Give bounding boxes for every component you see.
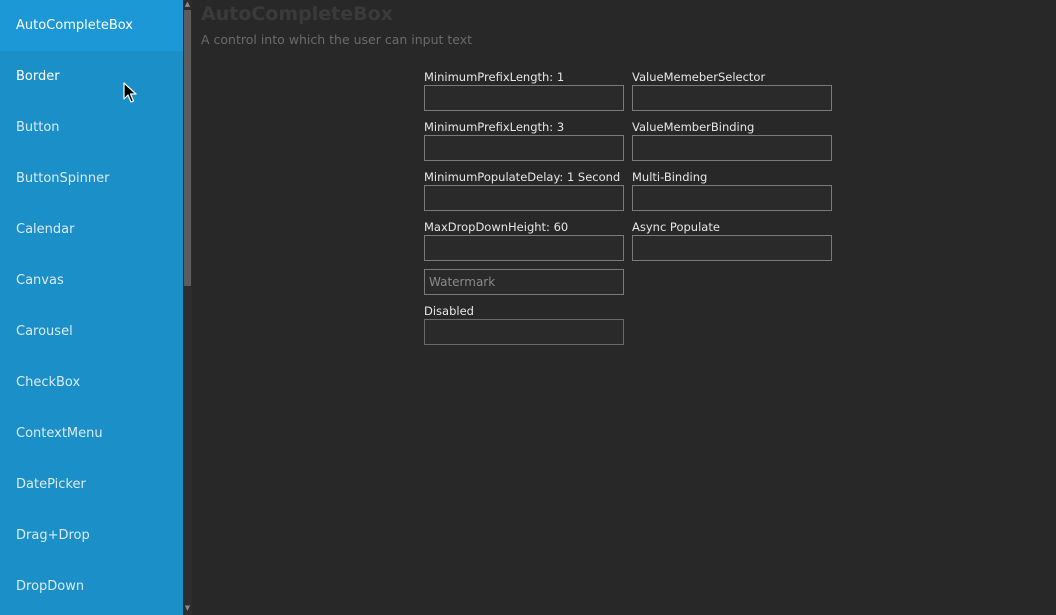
sidebar-item-datepicker[interactable]: DatePicker bbox=[0, 459, 183, 510]
watermark-input[interactable] bbox=[424, 269, 624, 295]
page-title: AutoCompleteBox bbox=[201, 3, 393, 25]
max-dropdown-height-label: MaxDropDownHeight: 60 bbox=[424, 220, 569, 234]
sidebar-item-canvas[interactable]: Canvas bbox=[0, 255, 183, 306]
async-populate-label: Async Populate bbox=[632, 220, 720, 234]
app-window: AutoCompleteBox Border Button ButtonSpin… bbox=[0, 0, 1056, 615]
sidebar-item-autocompletebox[interactable]: AutoCompleteBox bbox=[0, 0, 183, 51]
sidebar-nav: AutoCompleteBox Border Button ButtonSpin… bbox=[0, 0, 183, 615]
multi-binding-label: Multi-Binding bbox=[632, 170, 708, 184]
page-subtitle: A control into which the user can input … bbox=[201, 32, 473, 47]
sidebar-item-calendar[interactable]: Calendar bbox=[0, 204, 183, 255]
async-populate-input[interactable] bbox=[632, 235, 832, 261]
populate-delay-label: MinimumPopulateDelay: 1 Second bbox=[424, 170, 621, 184]
disabled-label: Disabled bbox=[424, 304, 474, 318]
mouse-pointer-icon bbox=[123, 82, 137, 103]
scroll-up-arrow-icon[interactable]: ▲ bbox=[183, 0, 192, 9]
value-member-selector-label: ValueMemeberSelector bbox=[632, 70, 766, 84]
prefix-length-3-label: MinimumPrefixLength: 3 bbox=[424, 120, 565, 134]
scrollbar-thumb[interactable] bbox=[184, 10, 191, 286]
sidebar-scrollbar[interactable]: ▲ ▼ bbox=[183, 0, 192, 615]
value-member-binding-input[interactable] bbox=[632, 135, 832, 161]
prefix-length-1-input[interactable] bbox=[424, 85, 624, 111]
disabled-input bbox=[424, 319, 624, 345]
sidebar-item-checkbox[interactable]: CheckBox bbox=[0, 357, 183, 408]
sidebar-item-dropdown[interactable]: DropDown bbox=[0, 561, 183, 612]
sidebar-item-contextmenu[interactable]: ContextMenu bbox=[0, 408, 183, 459]
prefix-length-1-label: MinimumPrefixLength: 1 bbox=[424, 70, 565, 84]
prefix-length-3-input[interactable] bbox=[424, 135, 624, 161]
sidebar-item-carousel[interactable]: Carousel bbox=[0, 306, 183, 357]
value-member-selector-input[interactable] bbox=[632, 85, 832, 111]
populate-delay-input[interactable] bbox=[424, 185, 624, 211]
sidebar-item-buttonspinner[interactable]: ButtonSpinner bbox=[0, 153, 183, 204]
value-member-binding-label: ValueMemberBinding bbox=[632, 120, 755, 134]
scroll-down-arrow-icon[interactable]: ▼ bbox=[183, 604, 192, 613]
multi-binding-input[interactable] bbox=[632, 185, 832, 211]
sidebar-item-drag-drop[interactable]: Drag+Drop bbox=[0, 510, 183, 561]
max-dropdown-height-input[interactable] bbox=[424, 235, 624, 261]
sidebar-item-button[interactable]: Button bbox=[0, 102, 183, 153]
sidebar-item-border[interactable]: Border bbox=[0, 51, 183, 102]
